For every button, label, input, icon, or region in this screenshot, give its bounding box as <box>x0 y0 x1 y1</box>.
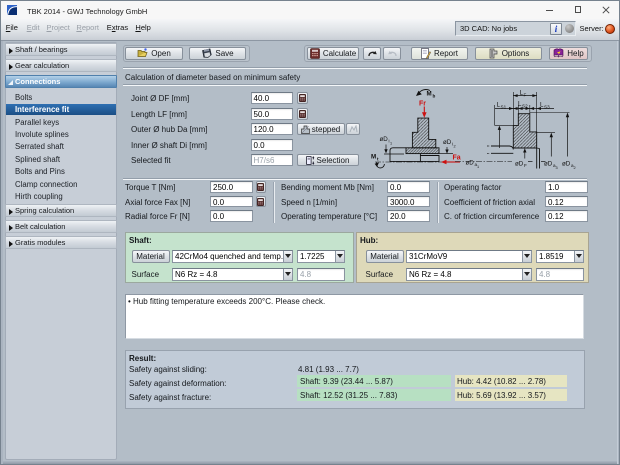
svg-text:M: M <box>427 91 432 98</box>
svg-text:F: F <box>524 163 527 168</box>
svg-text:øD: øD <box>515 161 524 168</box>
svg-text:t: t <box>377 157 379 162</box>
svg-text:2: 2 <box>574 166 576 170</box>
svg-text:M: M <box>371 154 376 161</box>
svg-text:3: 3 <box>556 166 558 170</box>
svg-text:b: b <box>433 94 436 99</box>
svg-text:øD: øD <box>380 136 389 143</box>
svg-text:øD: øD <box>562 161 571 168</box>
svg-text:øD: øD <box>544 161 553 168</box>
svg-text:Fa: Fa <box>453 155 461 162</box>
svg-text:1: 1 <box>390 142 392 146</box>
svg-text:Fr: Fr <box>419 101 426 108</box>
svg-text:F: F <box>524 93 527 98</box>
svg-text:øD: øD <box>443 139 452 146</box>
svg-text:2: 2 <box>454 145 456 149</box>
svg-text:øD: øD <box>466 160 475 167</box>
svg-text:1: 1 <box>477 165 479 169</box>
